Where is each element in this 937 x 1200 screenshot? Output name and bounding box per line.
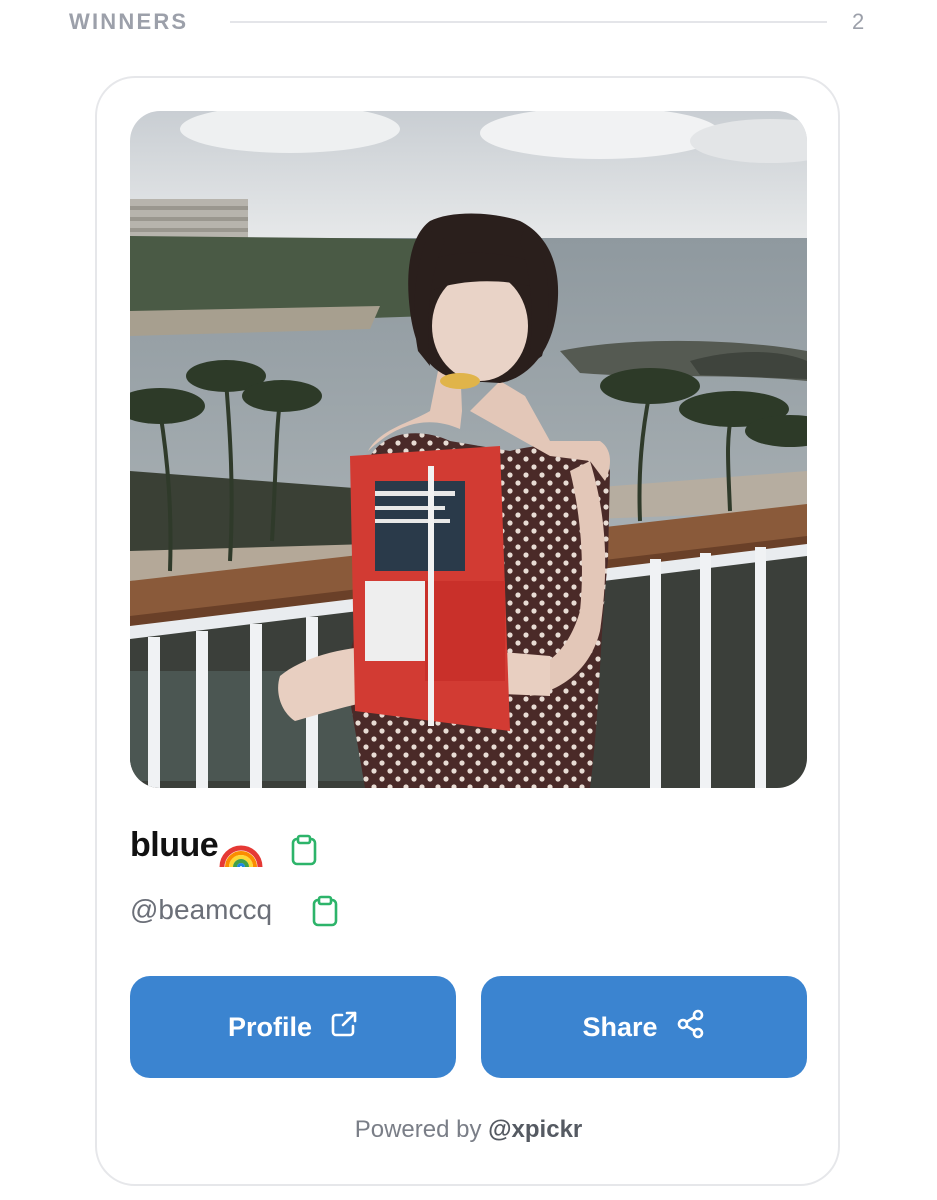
section-title: WINNERS: [69, 9, 189, 34]
rainbow-emoji: [219, 827, 263, 872]
header-divider: [230, 21, 827, 23]
profile-button-label: Profile: [227, 1011, 313, 1042]
powered-by-text: Powered by: [354, 1116, 482, 1143]
profile-button[interactable]: Profile: [130, 976, 456, 1078]
share-button-label: Share: [582, 1011, 658, 1042]
winner-display-name: bluue: [130, 826, 219, 864]
winner-count: 2: [852, 9, 865, 34]
winner-handle: @beamccq: [130, 894, 273, 925]
share-button[interactable]: Share: [481, 976, 807, 1078]
share-icon: [676, 1009, 706, 1046]
xpickr-link[interactable]: @xpickr: [488, 1116, 582, 1143]
winner-photo: [130, 111, 807, 788]
powered-by-footer: Powered by @xpickr: [0, 1116, 937, 1144]
copy-name-icon[interactable]: [290, 834, 318, 871]
copy-handle-icon[interactable]: [311, 895, 339, 932]
section-header: WINNERS 2: [0, 0, 937, 44]
external-link-icon: [330, 1010, 358, 1045]
